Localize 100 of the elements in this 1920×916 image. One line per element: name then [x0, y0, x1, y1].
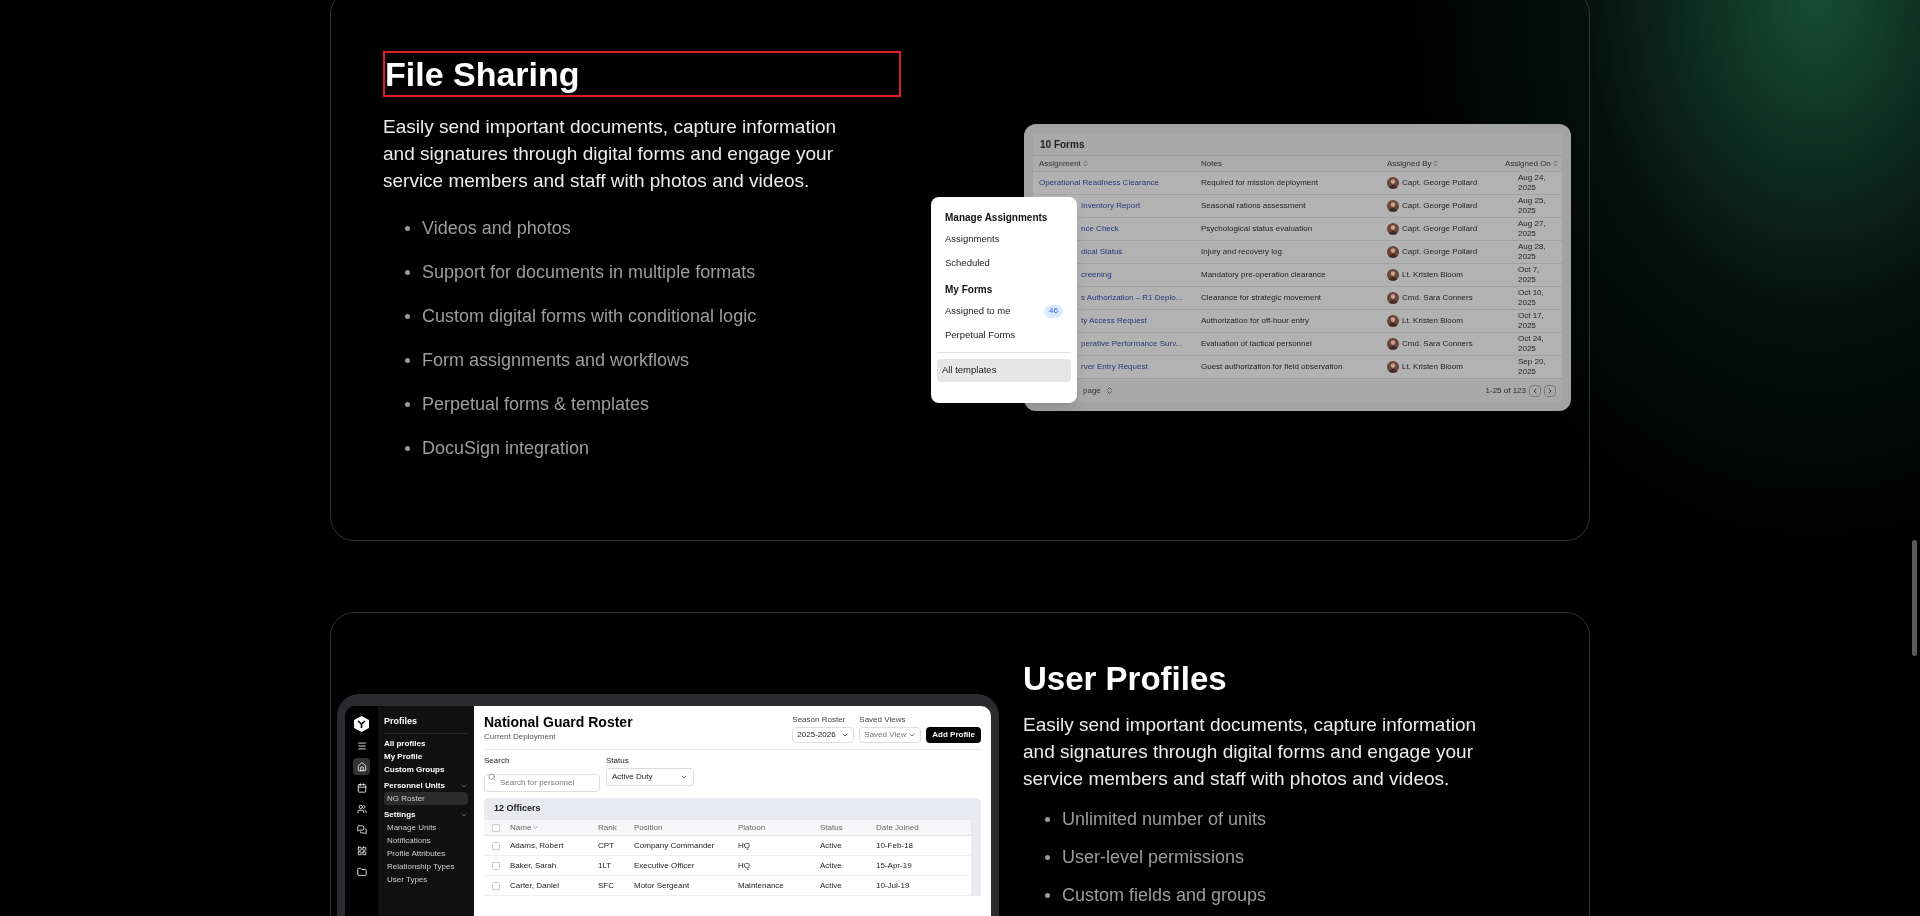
table-cell-text: Executive Officer [634, 859, 696, 872]
table-cell-text: CPT [598, 839, 615, 852]
menu-item[interactable]: Scheduled [937, 253, 1071, 273]
table-cell-text: Evaluation of tactical personnel [1201, 338, 1313, 350]
assignment-link[interactable]: ty Access Request [1081, 315, 1147, 327]
assignment-link[interactable]: nce Check [1081, 223, 1119, 235]
table-cell: Cmd. Sara Conners [1402, 338, 1473, 350]
sidebar-group[interactable]: Settings [384, 808, 468, 821]
sidebar-group[interactable]: Personnel Units [384, 779, 468, 792]
field-label: Season Roster [792, 714, 847, 726]
feature-text: Videos and photos [422, 216, 571, 240]
assignment-link[interactable]: creening [1081, 269, 1112, 281]
table-cell-text: Aug 28, 2025 [1518, 242, 1547, 262]
sidebar-item[interactable]: Relationship Types [384, 860, 468, 873]
assignment-link[interactable]: Inventory Report [1081, 200, 1141, 212]
season-select[interactable]: 2025-2026 [792, 727, 855, 743]
table-cell-text: Oct 7, 2025 [1518, 265, 1541, 285]
assignment-link[interactable]: Operational Readiness Clearance [1039, 177, 1160, 189]
menu-item[interactable]: All templates [937, 359, 1071, 382]
table-cell: Capt. George Pollard [1402, 223, 1478, 235]
menu-item[interactable]: Assigned to me 46 [937, 301, 1071, 321]
page-title: National Guard Roster [484, 714, 633, 731]
sidebar-item[interactable]: User Types [384, 873, 468, 886]
table-cell-text: Oct 17, 2025 [1518, 311, 1545, 331]
table-cell-text: Carter, Daniel [510, 879, 560, 892]
table-cell-text: Baker, Sarah [510, 859, 558, 872]
column-header[interactable]: Rank [598, 821, 634, 834]
table-cell: Lt. Kristen Bloom [1402, 361, 1463, 373]
caret-icon [532, 824, 540, 831]
column-header[interactable]: Date Joined [876, 821, 963, 834]
table-title: 10 Forms [1040, 137, 1085, 152]
table-cell-text: Required for mission deployment [1201, 177, 1319, 189]
column-header[interactable]: Notes [1201, 157, 1387, 170]
field-label: Status [606, 755, 630, 767]
menu-heading: My Forms [944, 282, 994, 297]
sidebar-link[interactable]: All profiles [384, 737, 468, 750]
row-checkbox[interactable] [492, 841, 500, 850]
table-cell-text: HQ [738, 859, 751, 872]
table-cell-text: Active [820, 879, 843, 892]
sidebar-item[interactable]: NG Roster [384, 792, 468, 805]
next-page-button[interactable] [1544, 384, 1556, 397]
add-profile-button[interactable]: Add Profile [926, 727, 981, 743]
page-range: 1-25 of 123 [1485, 384, 1526, 397]
views-select[interactable]: Saved View [859, 727, 922, 743]
sidebar-item[interactable]: Notifications [384, 834, 468, 847]
sidebar-item[interactable]: Manage Units [384, 821, 468, 834]
home-icon[interactable] [353, 758, 370, 775]
page-subtitle: Current Deployment [484, 731, 557, 743]
search-field[interactable]: Search for personnel [484, 773, 600, 792]
table-cell: Capt. George Pollard [1402, 177, 1478, 189]
column-header[interactable]: Platoon [738, 821, 820, 834]
assignment-link[interactable]: rver Entry Request [1081, 361, 1148, 373]
avatar-icon [1387, 361, 1399, 373]
assignment-link[interactable]: s Authorization – R1 Deplo... [1081, 292, 1183, 304]
column-header[interactable]: Assignment [1039, 157, 1201, 170]
select-all-checkbox[interactable] [492, 823, 500, 832]
table-cell-text: Mandatory pre-operation clearance [1201, 269, 1327, 281]
chevron-right-icon [1546, 386, 1554, 395]
assignment-link[interactable]: perative Performance Surv... [1081, 338, 1183, 350]
sidebar-link[interactable]: Custom Groups [384, 763, 468, 776]
table-cell-text: Injury and recovery log [1201, 246, 1283, 258]
table-cell-text: Seasonal rations assessment [1201, 200, 1307, 212]
sidebar-item[interactable]: Profile Attributes [384, 847, 468, 860]
avatar-icon [1387, 246, 1399, 258]
table-cell-text: Sep 20, 2025 [1518, 357, 1547, 377]
menu-item[interactable]: Perpetual Forms [937, 325, 1071, 345]
sidebar-title: Profiles [384, 716, 418, 728]
column-header[interactable]: Assigned On [1505, 157, 1559, 170]
sort-icon [1551, 160, 1559, 167]
prev-page-button[interactable] [1529, 384, 1541, 397]
chevrons-icon[interactable] [1104, 386, 1114, 395]
table-cell-text: 10-Feb-18 [876, 839, 914, 852]
assignment-link[interactable]: dical Status [1081, 246, 1123, 258]
feature-text: Custom fields and groups [1062, 883, 1267, 907]
column-header[interactable]: Assigned By [1387, 157, 1505, 170]
page-size-text: page [1083, 384, 1101, 397]
table-cell-text: 15-Apr-19 [876, 859, 913, 872]
table-cell-text: Adams, Robert [510, 839, 565, 852]
feature-text: Perpetual forms & templates [422, 392, 650, 416]
column-header[interactable]: Name [510, 821, 598, 834]
column-header[interactable]: Position [634, 821, 738, 834]
feature-text: Support for documents in multiple formats [422, 260, 756, 284]
table-cell-text: Company Commander [634, 839, 716, 852]
table-cell-text: SFC [598, 879, 615, 892]
avatar-icon [1387, 292, 1399, 304]
avatar-icon [1387, 200, 1399, 212]
logo-icon [354, 716, 369, 732]
sidebar-link[interactable]: My Profile [384, 750, 468, 763]
table-cell-text: Guest authorization for field observation [1201, 361, 1344, 373]
avatar-icon [1387, 177, 1399, 189]
chevron-left-icon [1531, 386, 1539, 395]
row-checkbox[interactable] [492, 881, 500, 890]
count-badge: 46 [1044, 304, 1063, 318]
column-header[interactable]: Status [820, 821, 876, 834]
avatar-icon [1387, 315, 1399, 327]
feature-text: User-level permissions [1062, 845, 1245, 869]
menu-item[interactable]: Assignments [937, 229, 1071, 249]
row-checkbox[interactable] [492, 861, 500, 870]
status-select[interactable]: Active Duty [606, 768, 694, 786]
avatar-icon [1387, 338, 1399, 350]
